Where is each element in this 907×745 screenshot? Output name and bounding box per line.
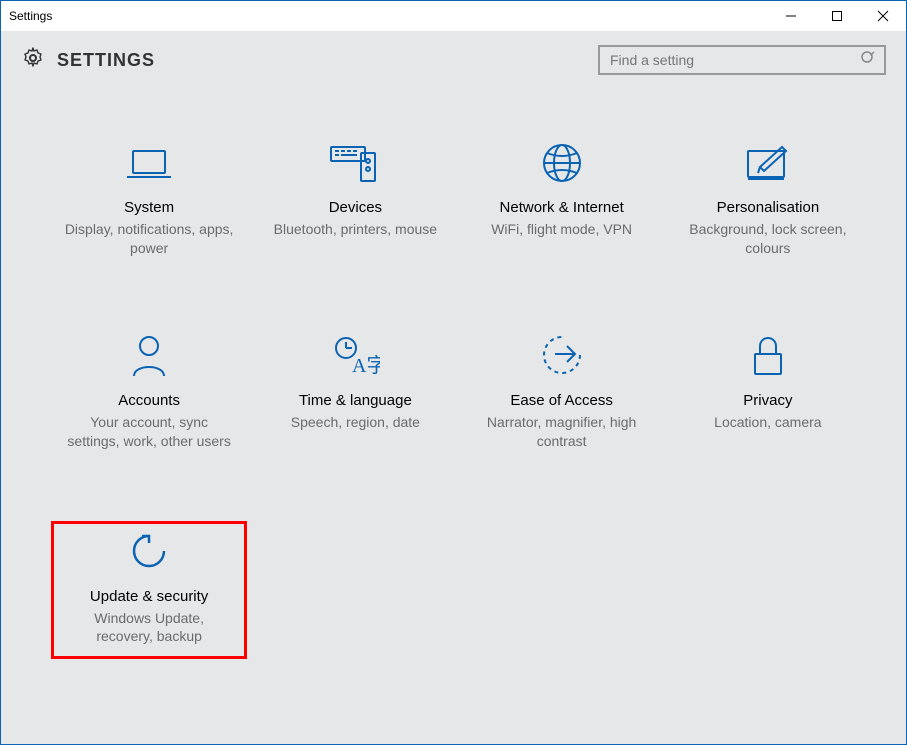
header: SETTINGS [1,31,906,85]
tile-devices[interactable]: Devices Bluetooth, printers, mouse [257,135,453,268]
settings-grid: System Display, notifications, apps, pow… [1,85,906,744]
search-icon [860,50,876,71]
window-controls [768,1,906,31]
settings-window: Settings SETTINGS [0,0,907,745]
globe-icon [540,139,584,185]
titlebar: Settings [1,1,906,31]
time-language-icon: A字 [330,332,380,378]
tile-personalisation[interactable]: Personalisation Background, lock screen,… [670,135,866,268]
update-icon [126,528,172,574]
search-input[interactable] [608,51,860,69]
tile-title: System [124,199,174,216]
tile-update-security[interactable]: Update & security Windows Update, recove… [51,521,247,660]
tile-subtitle: Background, lock screen, colours [683,220,853,258]
tile-subtitle: Bluetooth, printers, mouse [274,220,437,239]
paint-icon [742,139,794,185]
tile-accounts[interactable]: Accounts Your account, sync settings, wo… [51,328,247,461]
person-icon [130,332,168,378]
minimize-button[interactable] [768,1,814,31]
tile-subtitle: Narrator, magnifier, high contrast [477,413,647,451]
tile-title: Time & language [299,392,412,409]
tile-privacy[interactable]: Privacy Location, camera [670,328,866,461]
close-button[interactable] [860,1,906,31]
tile-title: Privacy [743,392,792,409]
tile-title: Personalisation [717,199,820,216]
ease-of-access-icon [539,332,585,378]
search-box[interactable] [598,45,886,75]
svg-text:A字: A字 [352,354,380,377]
tile-subtitle: WiFi, flight mode, VPN [491,220,632,239]
tile-title: Network & Internet [500,199,624,216]
tile-subtitle: Windows Update, recovery, backup [64,609,234,647]
tile-title: Ease of Access [510,392,613,409]
tile-system[interactable]: System Display, notifications, apps, pow… [51,135,247,268]
tile-subtitle: Location, camera [714,413,821,432]
page-title: SETTINGS [57,50,155,71]
tile-subtitle: Speech, region, date [291,413,420,432]
tile-title: Devices [329,199,382,216]
tile-ease-of-access[interactable]: Ease of Access Narrator, magnifier, high… [464,328,660,461]
tile-title: Update & security [90,588,208,605]
lock-icon [749,332,787,378]
tile-subtitle: Display, notifications, apps, power [64,220,234,258]
gear-icon [21,46,45,75]
maximize-button[interactable] [814,1,860,31]
tile-subtitle: Your account, sync settings, work, other… [64,413,234,451]
tile-title: Accounts [118,392,180,409]
tile-time-language[interactable]: A字 Time & language Speech, region, date [257,328,453,461]
window-title: Settings [9,9,52,23]
laptop-icon [123,139,175,185]
devices-icon [327,139,383,185]
tile-network[interactable]: Network & Internet WiFi, flight mode, VP… [464,135,660,268]
